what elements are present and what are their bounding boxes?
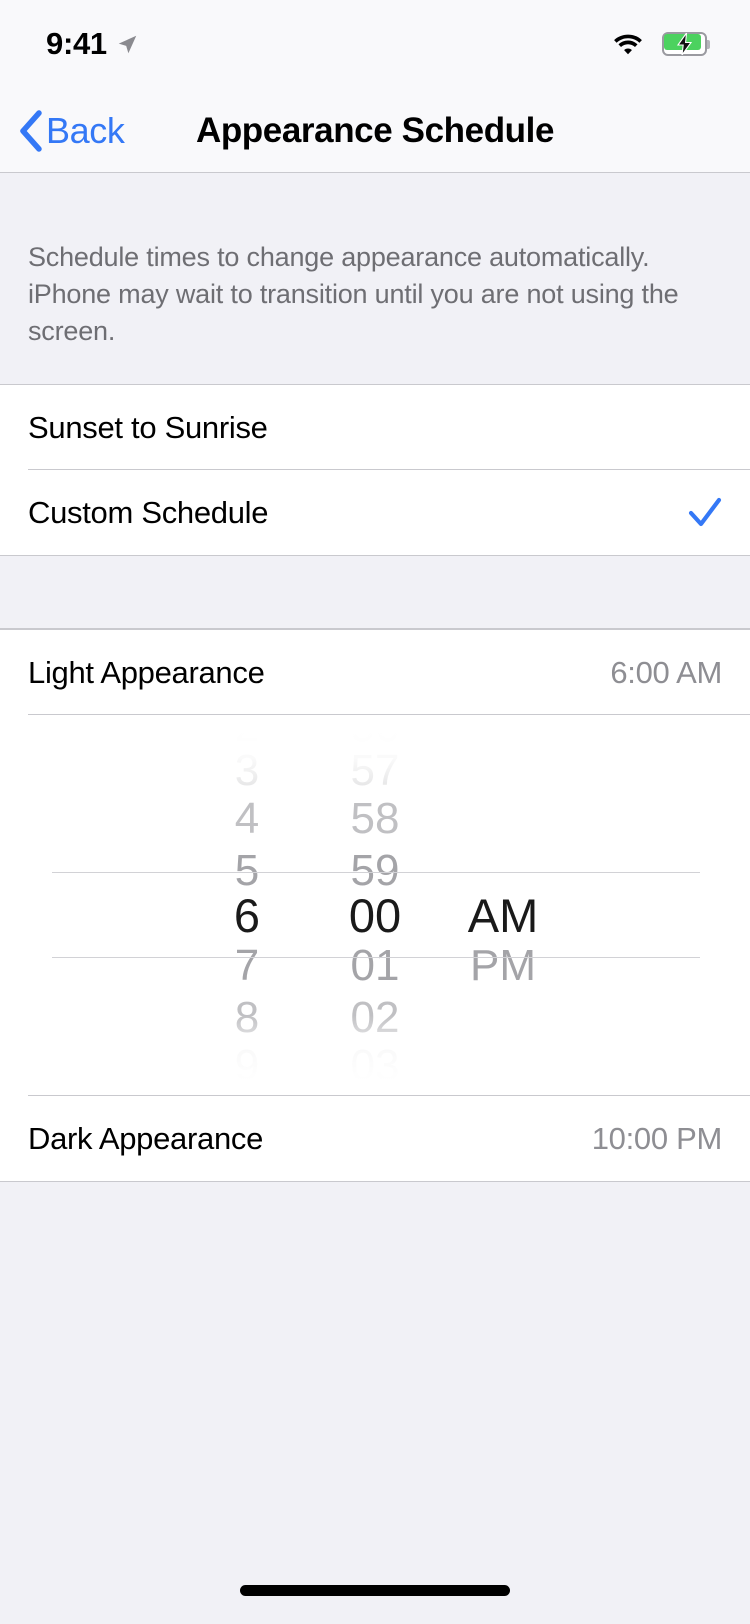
iphone-screen: 9:41 Appearance Schedule Back Schedule t… xyxy=(0,0,750,1624)
light-appearance-row[interactable]: Light Appearance 6:00 AM xyxy=(0,630,750,715)
hour-column[interactable]: 2 3 4 5 6 7 8 9 10 xyxy=(183,715,311,1095)
section-spacer xyxy=(0,556,750,629)
battery-charging-icon xyxy=(662,32,710,56)
dark-appearance-label: Dark Appearance xyxy=(28,1120,264,1156)
home-indicator[interactable] xyxy=(240,1585,510,1596)
minute-option[interactable]: 58 xyxy=(311,793,439,845)
checkmark-icon xyxy=(688,497,722,526)
charging-bolt-icon xyxy=(676,33,693,55)
minute-option[interactable]: 57 xyxy=(311,745,439,797)
hour-option-selected[interactable]: 6 xyxy=(183,890,311,942)
status-bar-clock: 9:41 xyxy=(46,26,107,61)
location-arrow-icon xyxy=(118,35,137,53)
hour-option[interactable]: 4 xyxy=(183,793,311,845)
chevron-left-icon xyxy=(20,109,42,152)
picker-selection-line-top xyxy=(52,872,700,873)
minute-column[interactable]: 56 57 58 59 00 01 02 03 04 xyxy=(311,715,439,1095)
light-appearance-value: 6:00 AM xyxy=(610,654,722,690)
light-appearance-label: Light Appearance xyxy=(28,654,265,690)
custom-schedule-row[interactable]: Custom Schedule xyxy=(0,470,750,555)
time-picker-columns: 2 3 4 5 6 7 8 9 10 56 57 58 59 xyxy=(0,715,750,1095)
meridiem-option[interactable]: PM xyxy=(439,940,567,992)
hour-option[interactable]: 3 xyxy=(183,745,311,797)
wifi-icon xyxy=(614,34,642,55)
status-bar-left: 9:41 xyxy=(46,26,138,62)
minute-option[interactable]: 01 xyxy=(311,940,439,992)
meridiem-option-selected[interactable]: AM xyxy=(439,890,567,942)
schedule-options-group: Sunset to Sunrise Custom Schedule xyxy=(0,384,750,556)
minute-option[interactable]: 02 xyxy=(311,992,439,1044)
dark-appearance-row[interactable]: Dark Appearance 10:00 PM xyxy=(0,1096,750,1181)
top-spacer xyxy=(0,173,750,239)
custom-schedule-label: Custom Schedule xyxy=(28,494,269,530)
time-picker[interactable]: 2 3 4 5 6 7 8 9 10 56 57 58 59 xyxy=(0,715,750,1095)
hour-option[interactable]: 8 xyxy=(183,992,311,1044)
hour-option[interactable]: 7 xyxy=(183,940,311,992)
minute-option[interactable]: 04 xyxy=(311,1082,439,1095)
appearance-times-group: Light Appearance 6:00 AM 2 3 4 5 6 7 8 9 xyxy=(0,629,750,1182)
section-footnote: Schedule times to change appearance auto… xyxy=(0,239,750,384)
status-bar-right xyxy=(612,32,710,56)
meridiem-column[interactable]: AM PM xyxy=(439,715,567,1095)
sunset-to-sunrise-row[interactable]: Sunset to Sunrise xyxy=(0,385,750,470)
back-button[interactable]: Back xyxy=(18,88,125,173)
hour-option[interactable]: 10 xyxy=(183,1082,311,1095)
minute-option-selected[interactable]: 00 xyxy=(311,890,439,942)
back-button-label: Back xyxy=(46,109,125,151)
sunset-to-sunrise-label: Sunset to Sunrise xyxy=(28,409,268,445)
picker-selection-line-bottom xyxy=(52,957,700,958)
settings-content: Schedule times to change appearance auto… xyxy=(0,173,750,1624)
dark-appearance-value: 10:00 PM xyxy=(591,1120,723,1156)
navigation-bar: Appearance Schedule Back xyxy=(0,88,750,173)
status-bar: 9:41 xyxy=(0,0,750,88)
